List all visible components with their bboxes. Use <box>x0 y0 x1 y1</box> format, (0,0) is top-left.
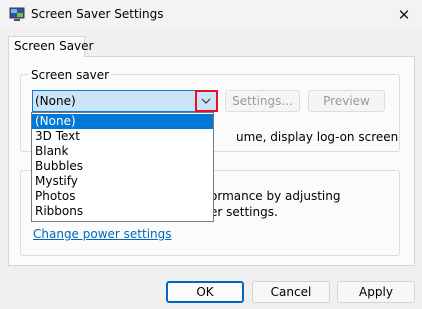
screen-saver-select-value: (None) <box>35 94 76 108</box>
change-power-settings-link[interactable]: Change power settings <box>33 227 172 241</box>
option-ribbons[interactable]: Ribbons <box>32 204 213 219</box>
preview-button[interactable]: Preview <box>308 90 385 112</box>
settings-button[interactable]: Settings... <box>225 90 300 112</box>
close-button[interactable]: ✕ <box>394 5 414 25</box>
monitor-icon <box>9 7 25 21</box>
wait-resume-text: ume, display log-on screen <box>236 130 399 144</box>
tab-screen-saver-label: Screen Saver <box>14 39 94 53</box>
apply-button[interactable]: Apply <box>337 281 415 303</box>
window-title: Screen Saver Settings <box>31 7 164 21</box>
power-description-line2: er settings. <box>210 205 278 219</box>
screen-saver-dropdown-list: (None) 3D Text Blank Bubbles Mystify Pho… <box>31 112 214 222</box>
option-bubbles[interactable]: Bubbles <box>32 159 213 174</box>
option-photos[interactable]: Photos <box>32 189 213 204</box>
cancel-button[interactable]: Cancel <box>252 281 330 303</box>
power-description-line1: ormance by adjusting <box>210 189 341 203</box>
ok-button[interactable]: OK <box>166 281 244 303</box>
option-blank[interactable]: Blank <box>32 144 213 159</box>
option-none[interactable]: (None) <box>32 114 213 129</box>
option-3d-text[interactable]: 3D Text <box>32 129 213 144</box>
close-icon: ✕ <box>397 6 411 24</box>
chevron-down-icon <box>201 98 211 104</box>
screen-saver-group-title: Screen saver <box>28 68 113 82</box>
option-mystify[interactable]: Mystify <box>32 174 213 189</box>
